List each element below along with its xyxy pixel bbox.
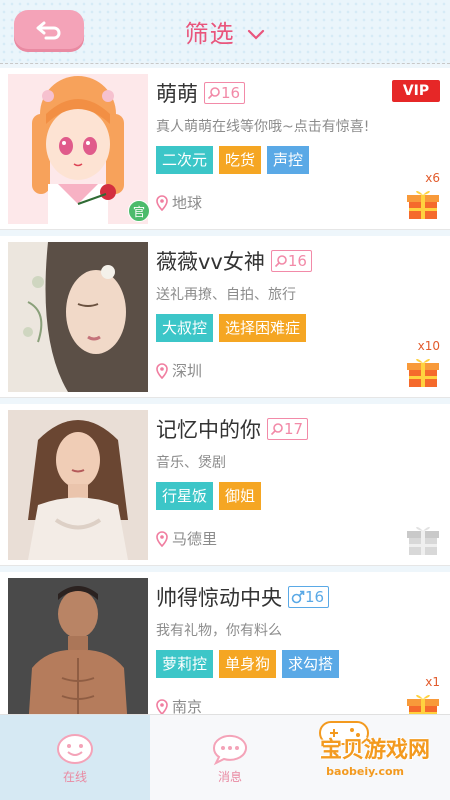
user-card[interactable]: 记忆中的你 17 音乐、煲剧 行星饭 御姐 马德里 bbox=[0, 404, 450, 566]
location-pin-icon bbox=[156, 530, 168, 547]
tab-online-label: 在线 bbox=[62, 769, 87, 784]
age-badge: 16 bbox=[270, 250, 312, 272]
watermark-url: baobeiy.com bbox=[326, 765, 404, 778]
tag-list: 大叔控 选择困难症 bbox=[156, 314, 307, 342]
top-bar: 筛选 bbox=[0, 0, 450, 64]
user-description: 真人萌萌在线等你哦~点击有惊喜! bbox=[156, 119, 370, 135]
location: 马德里 bbox=[156, 528, 217, 549]
watermark-text: 宝贝游戏网 bbox=[319, 738, 430, 763]
tab-messages-label: 消息 bbox=[217, 769, 242, 784]
gift-icon[interactable] bbox=[406, 355, 440, 389]
tag: 单身狗 bbox=[219, 650, 277, 678]
location-pin-icon bbox=[156, 698, 168, 715]
location: 深圳 bbox=[156, 360, 202, 381]
avatar bbox=[8, 242, 148, 392]
filter-dropdown[interactable]: 筛选 bbox=[0, 14, 450, 49]
user-card[interactable]: 薇薇vv女神 16 送礼再撩、自拍、旅行 大叔控 选择困难症 深圳 x10 bbox=[0, 236, 450, 398]
gift-count: x10 bbox=[417, 339, 440, 353]
user-name: 帅得惊动中央 bbox=[156, 586, 282, 610]
location-pin-icon bbox=[156, 194, 168, 211]
gift-icon[interactable] bbox=[406, 187, 440, 221]
female-icon bbox=[207, 87, 220, 100]
tag: 吃货 bbox=[219, 146, 262, 174]
user-card[interactable]: 帅得惊动中央 16 我有礼物，你有料么 萝莉控 单身狗 求勾搭 南京 x1 bbox=[0, 572, 450, 734]
user-list: 官 萌萌 16 VIP 真人萌萌在线等你哦~点击有惊喜! 二次元 吃货 声控 地… bbox=[0, 68, 450, 734]
page-title: 筛选 bbox=[184, 20, 235, 48]
location: 地球 bbox=[156, 192, 202, 213]
user-description: 音乐、煲剧 bbox=[156, 455, 226, 471]
gift-count: x1 bbox=[425, 675, 440, 689]
male-icon bbox=[291, 590, 305, 604]
official-badge: 官 bbox=[128, 200, 150, 222]
age-badge: 16 bbox=[204, 82, 246, 104]
tag-list: 萝莉控 单身狗 求勾搭 bbox=[156, 650, 340, 678]
chat-bubble-icon bbox=[212, 734, 247, 765]
gift-count: x6 bbox=[425, 171, 440, 185]
user-name: 薇薇vv女神 bbox=[156, 250, 265, 274]
avatar bbox=[8, 578, 148, 728]
user-description: 我有礼物，你有料么 bbox=[156, 623, 282, 639]
user-description: 送礼再撩、自拍、旅行 bbox=[156, 287, 296, 303]
location-pin-icon bbox=[156, 362, 168, 379]
bottom-nav: 在线 消息 宝贝游戏网 baobeiy.com bbox=[0, 714, 450, 800]
tag: 大叔控 bbox=[156, 314, 214, 342]
user-name: 萌萌 bbox=[156, 82, 198, 106]
avatar bbox=[8, 74, 148, 224]
tag: 萝莉控 bbox=[156, 650, 214, 678]
avatar bbox=[8, 410, 148, 560]
tag-list: 行星饭 御姐 bbox=[156, 482, 262, 510]
tag: 声控 bbox=[267, 146, 310, 174]
tag: 行星饭 bbox=[156, 482, 214, 510]
female-icon bbox=[270, 423, 283, 436]
user-name: 记忆中的你 bbox=[156, 418, 261, 442]
vip-badge: VIP bbox=[392, 80, 440, 102]
female-icon bbox=[274, 255, 287, 268]
chevron-down-icon bbox=[248, 29, 265, 40]
tag-list: 二次元 吃货 声控 bbox=[156, 146, 310, 174]
tag: 选择困难症 bbox=[219, 314, 307, 342]
age-badge: 17 bbox=[267, 418, 309, 440]
user-card[interactable]: 官 萌萌 16 VIP 真人萌萌在线等你哦~点击有惊喜! 二次元 吃货 声控 地… bbox=[0, 68, 450, 230]
smiley-icon bbox=[57, 733, 93, 764]
tab-online[interactable]: 在线 bbox=[0, 715, 150, 800]
tag: 御姐 bbox=[219, 482, 262, 510]
age-badge: 16 bbox=[288, 586, 330, 608]
tag: 二次元 bbox=[156, 146, 214, 174]
gift-icon-inactive[interactable] bbox=[406, 523, 440, 557]
watermark: 宝贝游戏网 baobeiy.com bbox=[274, 716, 444, 794]
tag: 求勾搭 bbox=[282, 650, 340, 678]
